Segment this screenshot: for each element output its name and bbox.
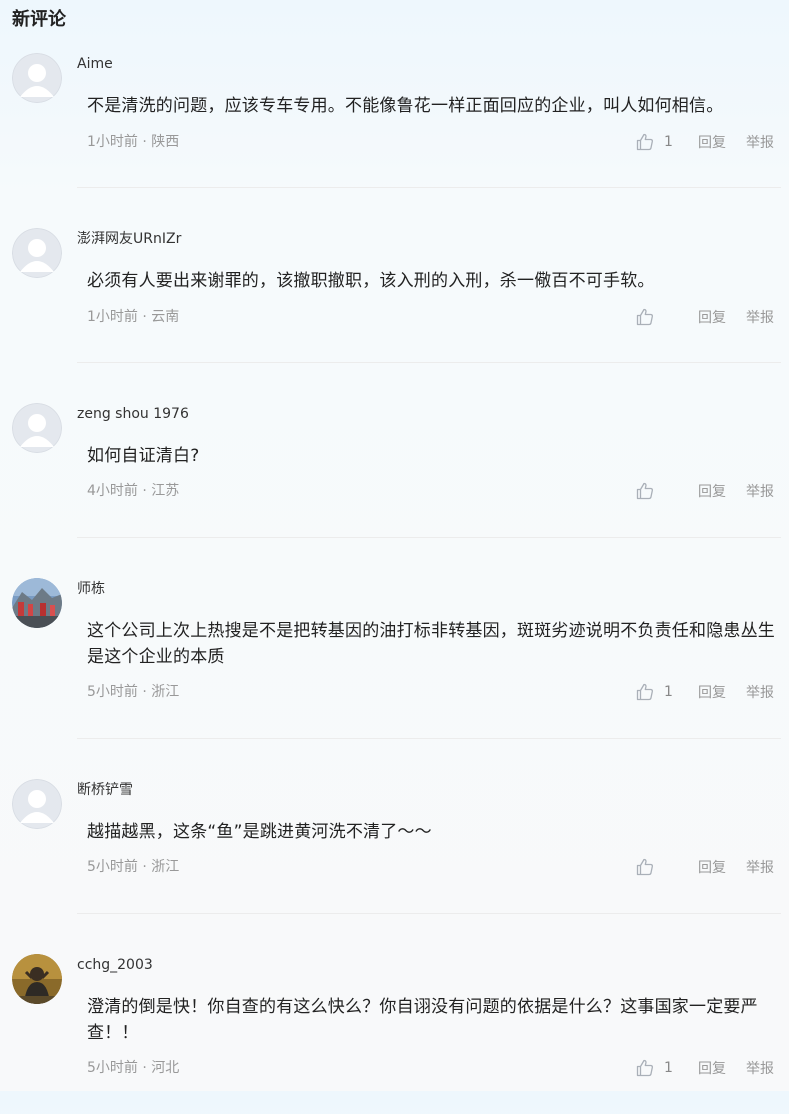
comment-actions: 回复 举报	[635, 306, 774, 328]
comment-meta: 1小时前 · 陕西	[87, 134, 180, 150]
comment-item: Aime 不是清洗的问题，应该专车专用。不能像鲁花一样正面回应的企业，叫人如何相…	[0, 53, 789, 213]
default-avatar-icon	[12, 779, 62, 829]
comment-content: 如何自证清白?	[87, 446, 200, 466]
divider	[77, 187, 781, 188]
like-button[interactable]: 1	[635, 1058, 676, 1078]
comment-content: 必须有人要出来谢罪的，该撤职撤职，该入刑的入刑，杀一儆百不可手软。	[87, 271, 655, 291]
comment-item: 师栋 这个公司上次上热搜是不是把转基因的油打标非转基因，斑斑劣迹说明不负责任和隐…	[0, 578, 789, 739]
like-count: 1	[664, 134, 673, 150]
divider	[77, 913, 781, 914]
comment-item: 澎湃网友URnIZr 必须有人要出来谢罪的，该撤职撤职，该入刑的入刑，杀一儆百不…	[0, 228, 789, 388]
comment-meta: 4小时前 · 江苏	[87, 483, 180, 499]
report-button[interactable]: 举报	[746, 307, 774, 327]
comment-item: zeng shou 1976 如何自证清白? 4小时前 · 江苏 回复 举报	[0, 403, 789, 563]
divider	[77, 362, 781, 363]
thumbs-up-icon	[636, 1059, 653, 1077]
report-button[interactable]: 举报	[746, 1058, 774, 1078]
comment-actions: 回复 举报	[635, 480, 774, 502]
user-avatar[interactable]	[12, 954, 62, 1004]
like-button[interactable]: 1	[635, 682, 676, 702]
comment-content: 这个公司上次上热搜是不是把转基因的油打标非转基因，斑斑劣迹说明不负责任和隐患丛生…	[87, 621, 775, 667]
report-button[interactable]: 举报	[746, 132, 774, 152]
default-avatar-icon	[12, 403, 62, 453]
comment-content: 澄清的倒是快！你自查的有这么快么？你自诩没有问题的依据是什么？这事国家一定要严查…	[87, 997, 758, 1043]
default-avatar-icon	[12, 228, 62, 278]
comment-actions: 回复 举报	[635, 856, 774, 878]
reply-button[interactable]: 回复	[698, 682, 726, 702]
user-avatar[interactable]	[12, 403, 62, 453]
reply-button[interactable]: 回复	[698, 857, 726, 877]
comment-content: 不是清洗的问题，应该专车专用。不能像鲁花一样正面回应的企业，叫人如何相信。	[87, 96, 724, 116]
divider	[77, 537, 781, 538]
username[interactable]: 师栋	[77, 580, 105, 598]
username[interactable]: Aime	[77, 55, 113, 73]
user-avatar[interactable]	[12, 53, 62, 103]
like-button[interactable]	[635, 481, 676, 501]
reply-button[interactable]: 回复	[698, 1058, 726, 1078]
crowd-photo-avatar-icon	[12, 578, 62, 628]
username[interactable]: cchg_2003	[77, 956, 153, 974]
person-photo-avatar-icon	[12, 954, 62, 1004]
comment-meta: 5小时前 · 浙江	[87, 859, 180, 875]
comment-actions: 1 回复 举报	[635, 1057, 774, 1079]
divider	[77, 738, 781, 739]
reply-button[interactable]: 回复	[698, 481, 726, 501]
like-button[interactable]	[635, 307, 676, 327]
username[interactable]: 断桥铲雪	[77, 781, 133, 799]
comment-item: cchg_2003 澄清的倒是快！你自查的有这么快么？你自诩没有问题的依据是什么…	[0, 954, 789, 1114]
thumbs-up-icon	[636, 133, 653, 151]
comment-actions: 1 回复 举报	[635, 131, 774, 153]
reply-button[interactable]: 回复	[698, 307, 726, 327]
comment-meta: 5小时前 · 河北	[87, 1060, 180, 1076]
like-count: 1	[664, 1060, 673, 1076]
thumbs-up-icon	[636, 683, 653, 701]
username[interactable]: 澎湃网友URnIZr	[77, 230, 181, 248]
report-button[interactable]: 举报	[746, 481, 774, 501]
report-button[interactable]: 举报	[746, 682, 774, 702]
like-button[interactable]	[635, 857, 676, 877]
section-title: 新评论	[12, 9, 66, 30]
report-button[interactable]: 举报	[746, 857, 774, 877]
user-avatar[interactable]	[12, 779, 62, 829]
like-count: 1	[664, 684, 673, 700]
default-avatar-icon	[12, 53, 62, 103]
thumbs-up-icon	[636, 308, 653, 326]
comment-actions: 1 回复 举报	[635, 681, 774, 703]
comment-meta: 5小时前 · 浙江	[87, 684, 180, 700]
comment-content: 越描越黑，这条“鱼”是跳进黄河洗不清了～～	[87, 822, 432, 842]
comment-item: 断桥铲雪 越描越黑，这条“鱼”是跳进黄河洗不清了～～ 5小时前 · 浙江 回复 …	[0, 779, 789, 939]
user-avatar[interactable]	[12, 578, 62, 628]
thumbs-up-icon	[636, 858, 653, 876]
reply-button[interactable]: 回复	[698, 132, 726, 152]
username[interactable]: zeng shou 1976	[77, 405, 189, 423]
thumbs-up-icon	[636, 482, 653, 500]
like-button[interactable]: 1	[635, 132, 676, 152]
comment-meta: 1小时前 · 云南	[87, 309, 180, 325]
user-avatar[interactable]	[12, 228, 62, 278]
